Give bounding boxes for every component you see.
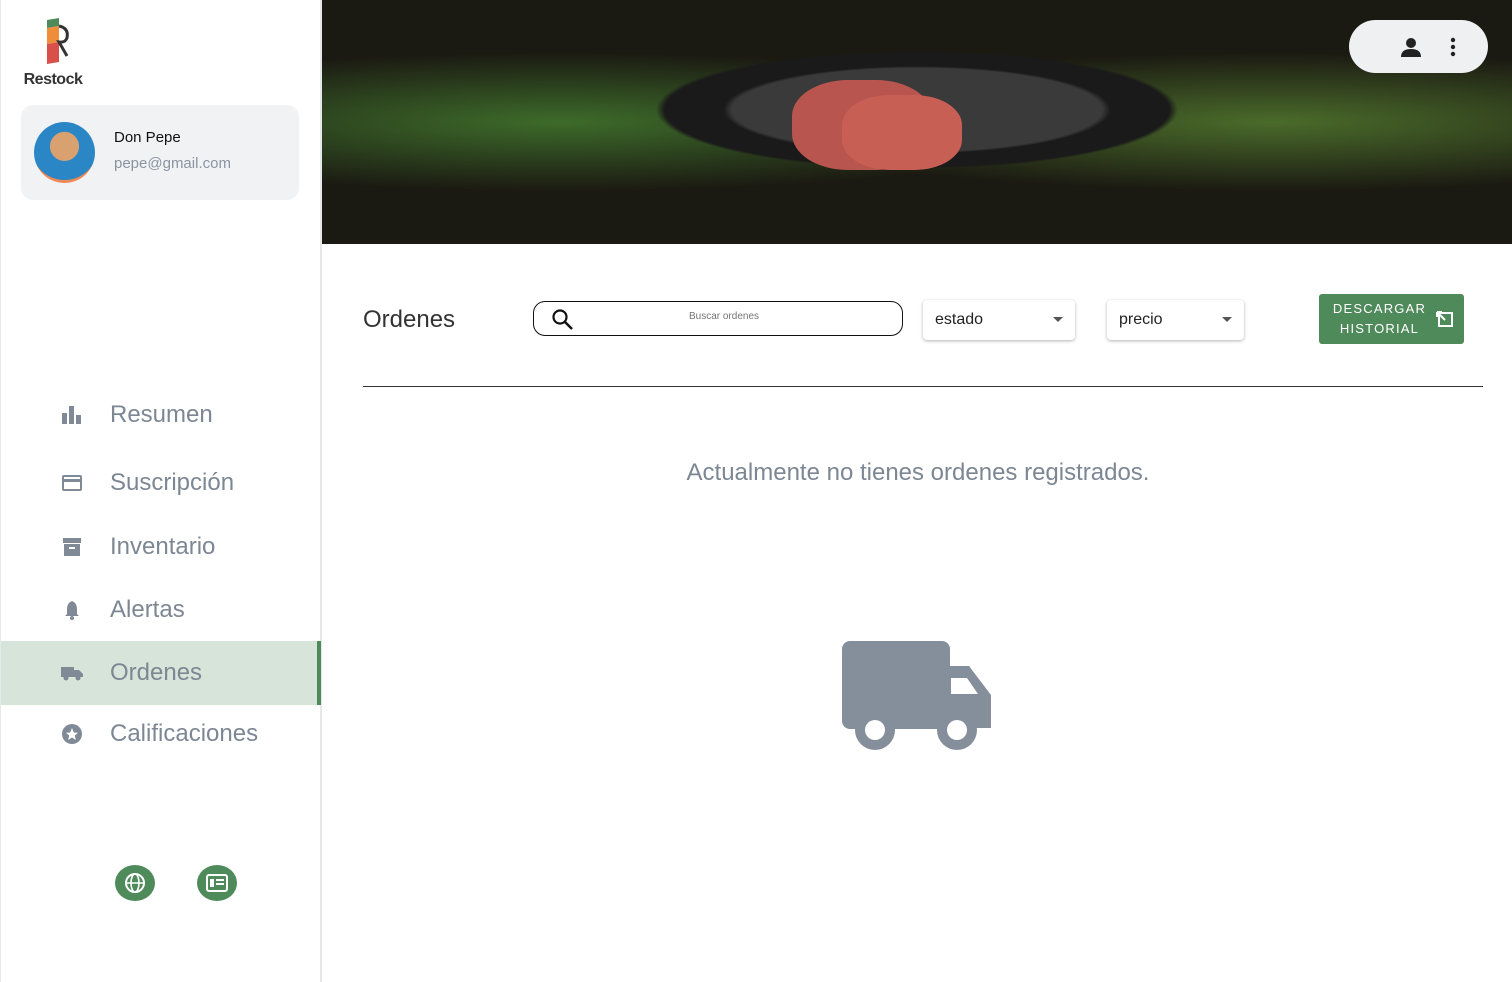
search-input-wrapper[interactable] bbox=[533, 301, 903, 336]
download-label-2: HISTORIAL bbox=[1339, 321, 1420, 336]
user-name: Don Pepe bbox=[114, 129, 181, 146]
newspaper-icon bbox=[206, 874, 228, 892]
divider bbox=[363, 386, 1483, 387]
bar-chart-icon bbox=[61, 404, 83, 426]
search-input[interactable] bbox=[624, 311, 824, 322]
sidebar-item-label: Inventario bbox=[110, 533, 216, 560]
archive-icon bbox=[61, 536, 83, 558]
precio-select-value: precio bbox=[1119, 311, 1163, 328]
sidebar-item-ordenes[interactable]: Ordenes bbox=[1, 641, 321, 705]
download-history-button[interactable]: DESCARGAR HISTORIAL bbox=[1319, 294, 1464, 344]
star-icon bbox=[61, 723, 83, 745]
credit-card-icon bbox=[61, 472, 83, 494]
language-button[interactable] bbox=[115, 865, 155, 901]
food-image-detail bbox=[842, 95, 962, 170]
truck-icon bbox=[61, 662, 83, 684]
user-email: pepe@gmail.com bbox=[114, 155, 231, 172]
caret-down-icon bbox=[1053, 317, 1063, 322]
caret-down-icon bbox=[1222, 317, 1232, 322]
sidebar-item-label: Resumen bbox=[110, 401, 213, 428]
brand-name: Restock bbox=[23, 71, 83, 88]
search-icon bbox=[552, 309, 573, 330]
sidebar-item-calificaciones[interactable]: Calificaciones bbox=[1, 702, 321, 766]
export-icon bbox=[1436, 311, 1453, 327]
account-icon[interactable] bbox=[1400, 36, 1422, 58]
download-label-1: DESCARGAR bbox=[1332, 301, 1427, 316]
restock-logo[interactable]: Restock bbox=[21, 16, 85, 89]
estado-select[interactable]: estado bbox=[923, 300, 1075, 340]
sidebar-item-resumen[interactable]: Resumen bbox=[1, 383, 321, 447]
sidebar-item-label: Alertas bbox=[110, 596, 185, 623]
empty-state-message: Actualmente no tienes ordenes registrado… bbox=[686, 459, 1150, 486]
logo-icon bbox=[47, 18, 69, 64]
sidebar-item-label: Ordenes bbox=[110, 659, 203, 686]
truck-icon bbox=[842, 641, 991, 750]
sidebar-item-label: Calificaciones bbox=[110, 720, 259, 747]
precio-select[interactable]: precio bbox=[1107, 300, 1244, 340]
sidebar-item-inventario[interactable]: Inventario bbox=[1, 515, 321, 579]
globe-icon bbox=[125, 873, 145, 893]
user-card[interactable]: Don Pepe pepe@gmail.com bbox=[21, 105, 299, 200]
sidebar: Restock Don Pepe pepe@gmail.com Resumen … bbox=[0, 0, 322, 982]
sidebar-item-label: Suscripción bbox=[110, 469, 235, 496]
sidebar-item-alertas[interactable]: Alertas bbox=[1, 578, 321, 642]
bell-icon bbox=[61, 599, 83, 621]
avatar bbox=[34, 122, 95, 183]
hero-banner-image bbox=[322, 0, 1512, 244]
estado-select-value: estado bbox=[935, 311, 984, 328]
sidebar-item-suscripcion[interactable]: Suscripción bbox=[1, 451, 321, 515]
page-title: Ordenes bbox=[363, 306, 456, 333]
more-vert-icon[interactable] bbox=[1450, 37, 1456, 57]
top-actions bbox=[1349, 20, 1488, 73]
reader-button[interactable] bbox=[197, 865, 237, 901]
